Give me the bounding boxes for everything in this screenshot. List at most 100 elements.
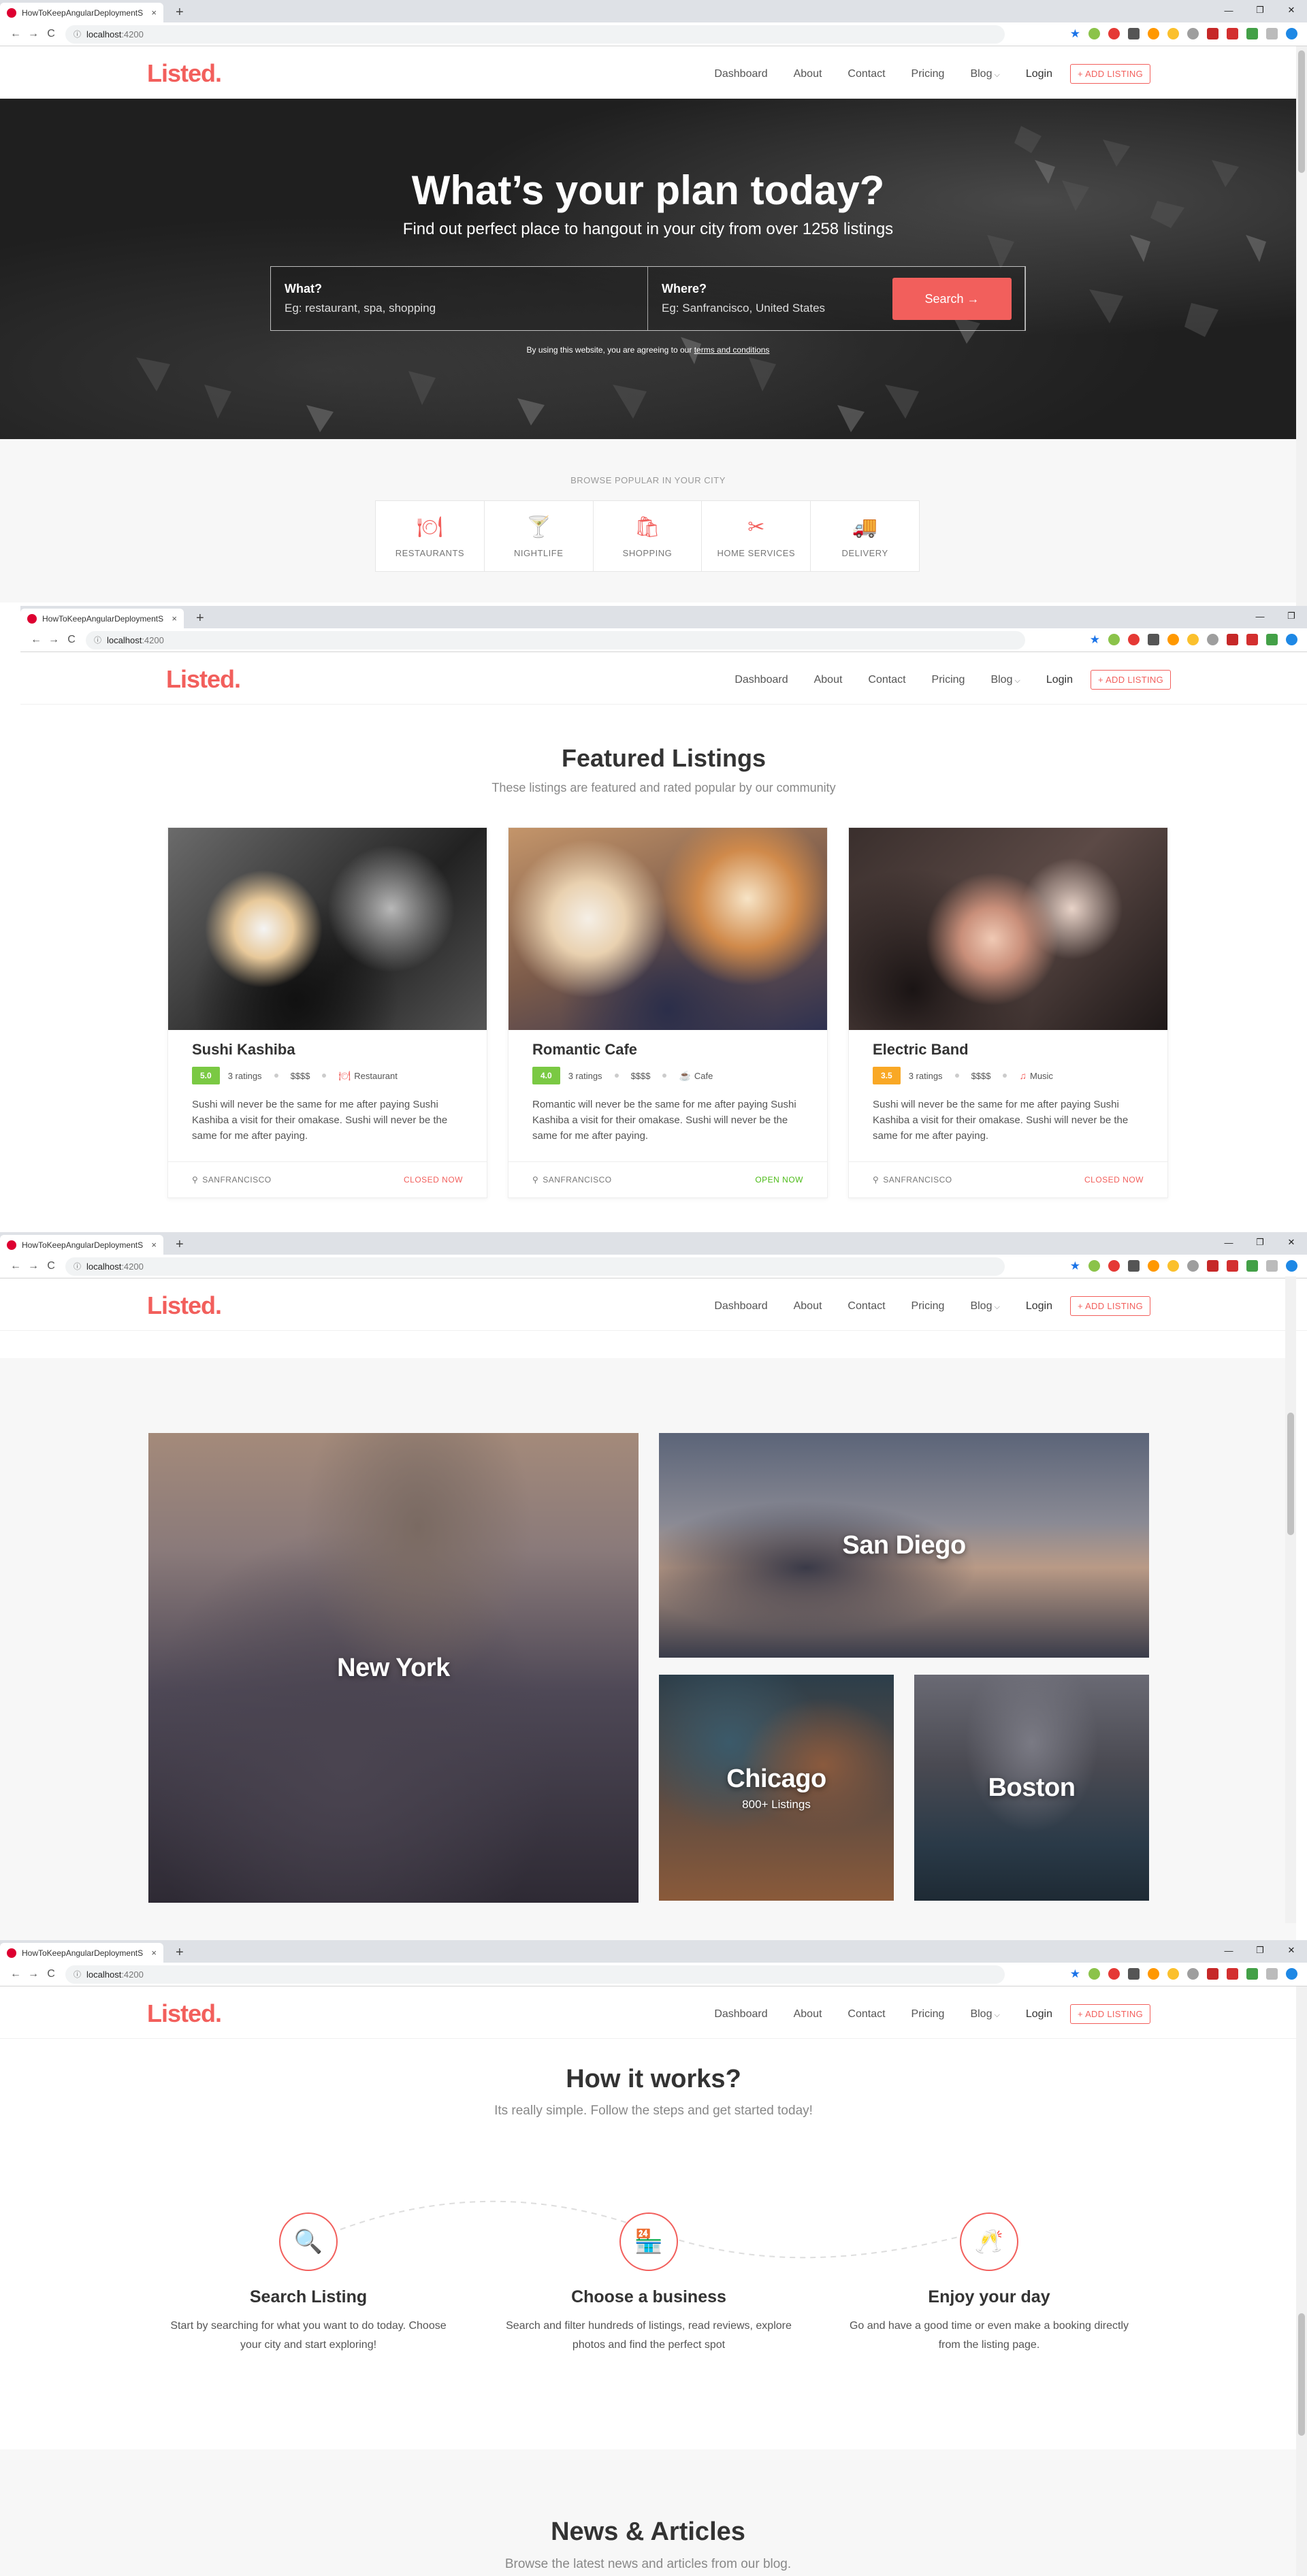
extension-icon[interactable] xyxy=(1148,1968,1159,1980)
extension-icon[interactable] xyxy=(1167,28,1179,39)
browser-tab[interactable]: HowToKeepAngularDeploymentS × xyxy=(0,3,163,22)
bookmark-star-icon[interactable]: ★ xyxy=(1070,1260,1080,1272)
forward-button[interactable]: → xyxy=(25,1968,42,1980)
listing-image[interactable] xyxy=(509,828,827,1030)
info-icon[interactable]: ⓘ xyxy=(74,1261,81,1272)
bookmark-star-icon[interactable]: ★ xyxy=(1070,1968,1080,1980)
extension-icon[interactable] xyxy=(1187,634,1199,645)
nav-blog[interactable]: Blog ⌵ xyxy=(970,1300,999,1313)
add-listing-button[interactable]: + ADD LISTING xyxy=(1069,2004,1150,2024)
extension-icon[interactable] xyxy=(1128,28,1140,39)
new-tab-button[interactable]: + xyxy=(176,5,184,20)
city-tile-san-diego[interactable]: San Diego xyxy=(659,1433,1149,1658)
forward-button[interactable]: → xyxy=(25,28,42,40)
login-link[interactable]: Login xyxy=(1026,1300,1052,1313)
what-field[interactable]: What? Eg: restaurant, spa, shopping xyxy=(271,267,648,330)
city-tile-new-york[interactable]: New York xyxy=(148,1433,639,1903)
browser-tab[interactable]: HowToKeepAngularDeploymentS × xyxy=(0,1943,163,1963)
profile-icon[interactable] xyxy=(1286,1968,1297,1980)
tab-close-icon[interactable]: × xyxy=(151,1948,157,1958)
add-listing-button[interactable]: + ADD LISTING xyxy=(1069,64,1150,84)
restore-button[interactable]: ❐ xyxy=(1244,1232,1276,1253)
nav-blog[interactable]: Blog ⌵ xyxy=(970,2008,999,2020)
nav-about[interactable]: About xyxy=(794,1300,822,1313)
scrollbar[interactable] xyxy=(1296,1986,1307,2576)
url-field[interactable]: ⓘ localhost:4200 xyxy=(65,1257,1005,1276)
extension-icon[interactable] xyxy=(1187,1968,1199,1980)
new-tab-button[interactable]: + xyxy=(196,611,204,626)
nav-pricing[interactable]: Pricing xyxy=(911,1300,945,1313)
tab-close-icon[interactable]: × xyxy=(172,613,177,624)
reload-button[interactable]: C xyxy=(42,1260,60,1272)
listing-image[interactable] xyxy=(168,828,487,1030)
back-button[interactable]: ← xyxy=(7,1260,25,1272)
restore-button[interactable]: ❐ xyxy=(1276,606,1307,626)
extension-icon[interactable] xyxy=(1187,1260,1199,1272)
extension-icon[interactable] xyxy=(1207,28,1219,39)
info-icon[interactable]: ⓘ xyxy=(74,1969,81,1980)
listing-name[interactable]: Romantic Cafe xyxy=(532,1041,803,1059)
listing-image[interactable] xyxy=(849,828,1167,1030)
extension-icon[interactable] xyxy=(1227,1260,1238,1272)
category-home-services[interactable]: ✂ HOME SERVICES xyxy=(702,501,811,571)
extension-icon[interactable] xyxy=(1266,1968,1278,1980)
profile-icon[interactable] xyxy=(1286,28,1297,39)
reload-button[interactable]: C xyxy=(63,634,80,646)
extension-icon[interactable] xyxy=(1266,634,1278,645)
nav-about[interactable]: About xyxy=(794,68,822,80)
tab-close-icon[interactable]: × xyxy=(151,7,157,18)
nav-dashboard[interactable]: Dashboard xyxy=(714,68,767,80)
extension-icon[interactable] xyxy=(1167,634,1179,645)
extension-icon[interactable] xyxy=(1108,1260,1120,1272)
minimize-button[interactable]: — xyxy=(1244,606,1276,626)
nav-about[interactable]: About xyxy=(814,674,843,686)
close-window-button[interactable]: ✕ xyxy=(1276,0,1307,20)
browser-tab[interactable]: HowToKeepAngularDeploymentS × xyxy=(0,1235,163,1255)
extension-icon[interactable] xyxy=(1167,1260,1179,1272)
terms-link[interactable]: terms and conditions xyxy=(694,345,770,355)
listing-name[interactable]: Electric Band xyxy=(873,1041,1144,1059)
extension-icon[interactable] xyxy=(1088,1968,1100,1980)
scroll-thumb[interactable] xyxy=(1298,2313,1305,2436)
minimize-button[interactable]: — xyxy=(1213,1940,1244,1961)
close-window-button[interactable]: ✕ xyxy=(1276,1940,1307,1961)
url-field[interactable]: ⓘ localhost:4200 xyxy=(65,1965,1005,1984)
city-tile-chicago[interactable]: Chicago 800+ Listings xyxy=(659,1675,894,1901)
back-button[interactable]: ← xyxy=(7,1968,25,1980)
nav-contact[interactable]: Contact xyxy=(848,68,885,80)
bookmark-star-icon[interactable]: ★ xyxy=(1070,28,1080,39)
extension-icon[interactable] xyxy=(1108,1968,1120,1980)
nav-contact[interactable]: Contact xyxy=(848,1300,885,1313)
site-logo[interactable]: Listed. xyxy=(147,1291,222,1320)
extension-icon[interactable] xyxy=(1167,1968,1179,1980)
browser-tab[interactable]: HowToKeepAngularDeploymentS × xyxy=(20,609,184,628)
nav-dashboard[interactable]: Dashboard xyxy=(714,2008,767,2020)
site-logo[interactable]: Listed. xyxy=(166,665,241,694)
listing-card[interactable]: Sushi Kashiba 5.0 3 ratings $$$$ 🍽 Resta… xyxy=(167,827,487,1198)
extension-icon[interactable] xyxy=(1148,634,1159,645)
add-listing-button[interactable]: + ADD LISTING xyxy=(1069,1296,1150,1316)
nav-pricing[interactable]: Pricing xyxy=(911,68,945,80)
nav-contact[interactable]: Contact xyxy=(868,674,905,686)
back-button[interactable]: ← xyxy=(7,28,25,40)
nav-blog[interactable]: Blog ⌵ xyxy=(970,68,999,80)
extension-icon[interactable] xyxy=(1227,28,1238,39)
extension-icon[interactable] xyxy=(1246,1260,1258,1272)
login-link[interactable]: Login xyxy=(1026,2008,1052,2020)
url-field[interactable]: ⓘ localhost:4200 xyxy=(65,25,1005,44)
extension-icon[interactable] xyxy=(1108,634,1120,645)
category-restaurants[interactable]: 🍽 RESTAURANTS xyxy=(376,501,485,571)
nav-pricing[interactable]: Pricing xyxy=(911,2008,945,2020)
site-logo[interactable]: Listed. xyxy=(147,59,222,88)
extension-icon[interactable] xyxy=(1128,634,1140,645)
reload-button[interactable]: C xyxy=(42,28,60,40)
extension-icon[interactable] xyxy=(1266,28,1278,39)
new-tab-button[interactable]: + xyxy=(176,1945,184,1961)
info-icon[interactable]: ⓘ xyxy=(74,29,81,39)
add-listing-button[interactable]: + ADD LISTING xyxy=(1090,670,1171,690)
extension-icon[interactable] xyxy=(1227,634,1238,645)
info-icon[interactable]: ⓘ xyxy=(94,634,101,645)
extension-icon[interactable] xyxy=(1227,1968,1238,1980)
extension-icon[interactable] xyxy=(1246,28,1258,39)
scroll-thumb[interactable] xyxy=(1287,1413,1294,1535)
